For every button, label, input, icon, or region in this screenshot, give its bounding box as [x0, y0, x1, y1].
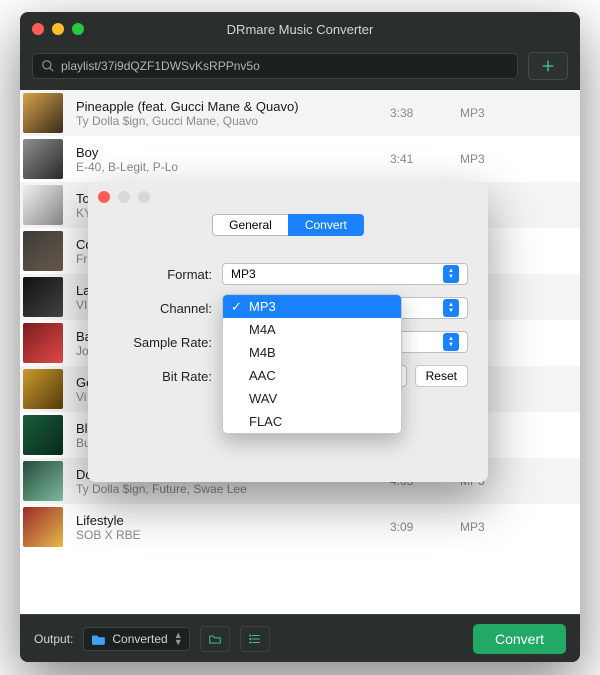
track-artist: Ty Dolla $ign, Gucci Mane, Quavo [76, 114, 390, 128]
track-title: Boy [76, 145, 390, 160]
reset-button[interactable]: Reset [415, 365, 468, 387]
title-bar: DRmare Music Converter [20, 12, 580, 46]
dialog-window-controls [98, 191, 150, 203]
track-meta: BoyE-40, B-Legit, P-Lo [66, 145, 390, 174]
track-thumbnail [20, 136, 66, 182]
open-folder-icon [207, 632, 223, 646]
format-label: Format: [112, 267, 222, 282]
track-artist: Ty Dolla $ign, Future, Swae Lee [76, 482, 390, 496]
track-duration: 3:41 [390, 152, 460, 166]
track-thumbnail [20, 228, 66, 274]
list-icon [247, 632, 263, 646]
format-option[interactable]: M4A [223, 318, 401, 341]
toolbar: playlist/37i9dQZF1DWSvKsRPPnv5o [20, 46, 580, 90]
track-artist: E-40, B-Legit, P-Lo [76, 160, 390, 174]
chevron-updown-icon [443, 265, 459, 283]
list-button[interactable] [240, 626, 270, 652]
minimize-window-button[interactable] [52, 23, 64, 35]
format-option[interactable]: MP3 [223, 295, 401, 318]
convert-button[interactable]: Convert [473, 624, 566, 654]
dialog-minimize-button [118, 191, 130, 203]
track-meta: Pineapple (feat. Gucci Mane & Quavo)Ty D… [66, 99, 390, 128]
zoom-window-button[interactable] [72, 23, 84, 35]
track-thumbnail [20, 320, 66, 366]
dialog-zoom-button [138, 191, 150, 203]
track-thumbnail [20, 458, 66, 504]
tab-convert[interactable]: Convert [288, 214, 364, 236]
dialog-close-button[interactable] [98, 191, 110, 203]
output-label: Output: [34, 632, 73, 646]
search-icon [41, 59, 55, 73]
format-option[interactable]: WAV [223, 387, 401, 410]
track-duration: 3:09 [390, 520, 460, 534]
output-folder-select[interactable]: Converted ▲▼ [83, 627, 189, 651]
track-artist: SOB X RBE [76, 528, 390, 542]
track-format: MP3 [460, 152, 580, 166]
close-window-button[interactable] [32, 23, 44, 35]
search-input[interactable]: playlist/37i9dQZF1DWSvKsRPPnv5o [32, 53, 518, 79]
format-option[interactable]: M4B [223, 341, 401, 364]
format-select[interactable]: MP3 [222, 263, 468, 285]
track-thumbnail [20, 90, 66, 136]
track-duration: 3:38 [390, 106, 460, 120]
track-format: MP3 [460, 520, 580, 534]
open-folder-button[interactable] [200, 626, 230, 652]
format-dropdown: MP3M4AM4BAACWAVFLAC [222, 294, 402, 434]
track-meta: LifestyleSOB X RBE [66, 513, 390, 542]
format-option[interactable]: AAC [223, 364, 401, 387]
tab-general[interactable]: General [212, 214, 288, 236]
track-thumbnail [20, 274, 66, 320]
track-thumbnail [20, 412, 66, 458]
track-title: Pineapple (feat. Gucci Mane & Quavo) [76, 99, 390, 114]
channel-label: Channel: [112, 301, 222, 316]
bitrate-label: Bit Rate: [112, 369, 222, 384]
track-row[interactable]: BoyE-40, B-Legit, P-Lo3:41MP3 [20, 136, 580, 182]
updown-icon: ▲▼ [174, 632, 181, 646]
add-button[interactable] [528, 52, 568, 80]
track-format: MP3 [460, 106, 580, 120]
tab-control: General Convert [88, 214, 488, 236]
track-thumbnail [20, 182, 66, 228]
output-folder-name: Converted [112, 632, 167, 646]
dialog-content: Format: MP3 Channel: Sample Rate: Bit Ra… [88, 236, 488, 418]
track-thumbnail [20, 366, 66, 412]
window-controls [32, 23, 84, 35]
chevron-updown-icon [443, 299, 459, 317]
search-text: playlist/37i9dQZF1DWSvKsRPPnv5o [61, 59, 260, 73]
footer-bar: Output: Converted ▲▼ Convert [20, 614, 580, 662]
track-thumbnail [20, 504, 66, 550]
plus-icon [540, 58, 556, 74]
dialog-titlebar [88, 182, 488, 212]
samplerate-label: Sample Rate: [112, 335, 222, 350]
chevron-updown-icon [443, 333, 459, 351]
preferences-dialog: General Convert Format: MP3 Channel: Sam… [88, 182, 488, 482]
format-option[interactable]: FLAC [223, 410, 401, 433]
window-title: DRmare Music Converter [20, 22, 580, 37]
folder-icon [92, 633, 106, 645]
track-row[interactable]: Pineapple (feat. Gucci Mane & Quavo)Ty D… [20, 90, 580, 136]
track-title: Lifestyle [76, 513, 390, 528]
track-row[interactable]: LifestyleSOB X RBE3:09MP3 [20, 504, 580, 550]
